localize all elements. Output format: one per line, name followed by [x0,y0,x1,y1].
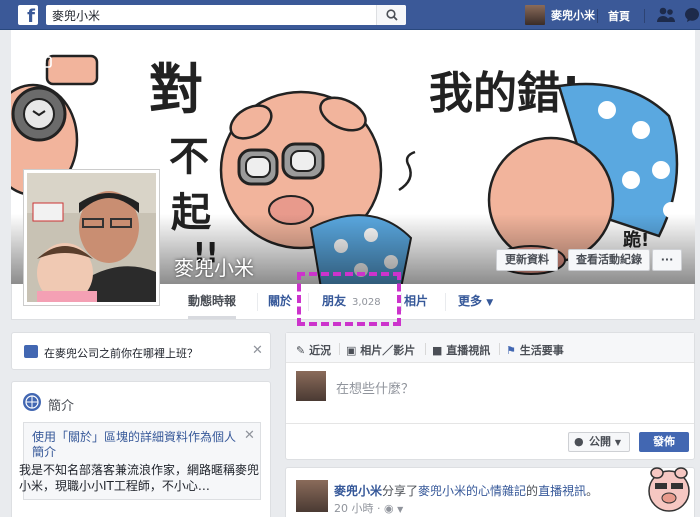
tab-photo-label: 相片／影片 [360,344,416,357]
tab-life-event[interactable]: ⚑ 生活要事 [506,342,564,358]
messages-icon[interactable] [684,7,700,23]
video-camera-icon: ■ [432,344,443,357]
tab-status-label: 近況 [309,344,332,357]
search-box [46,5,406,25]
intro-card: 簡介 使用「關於」區塊的詳細資料作為個人簡介 ✕ [11,381,271,517]
avatar[interactable] [296,480,328,512]
tab-photos[interactable]: 相片 [404,284,428,319]
post-button[interactable]: 發佈 [639,432,689,452]
story-live-link[interactable]: 直播視訊 [538,484,586,498]
tab-friends[interactable]: 朋友 3,028 [322,284,381,319]
tab-divider [339,343,340,355]
avatar [296,371,326,401]
story-text: 的 [526,484,539,498]
avatar [525,5,545,25]
feed-story: 麥兜小米分享了麥兜小米的心情雜記的直播視訊。 20 小時 · ◉ ▼ ▼ [285,467,695,517]
svg-text:我的錯!: 我的錯! [429,68,581,119]
tab-divider [401,293,402,311]
post-composer: ✎ 近況 ▣ 相片／影片 ■ 直播視訊 ⚑ 生活要事 在想些什麼？ ● 公開 ▼… [285,332,695,460]
facebook-logo[interactable]: f [18,5,38,25]
composer-tabs: ✎ 近況 ▣ 相片／影片 ■ 直播視訊 ⚑ 生活要事 [286,333,694,363]
tab-event-label: 生活要事 [519,344,564,357]
tab-friends-label: 朋友 [322,294,347,308]
friend-requests-icon[interactable] [656,7,676,23]
story-timestamp[interactable]: 20 小時 · ◉ ▼ [334,500,403,516]
nav-user-name: 麥兜小米 [551,9,595,22]
profile-photo [27,173,156,302]
nav-divider [597,9,598,23]
globe-icon: ◉ [383,502,394,515]
flag-icon: ⚑ [506,344,516,357]
tab-live-video[interactable]: ■ 直播視訊 [432,342,490,358]
view-activity-log-button[interactable]: 查看活動紀錄 [568,249,650,271]
tab-live-label: 直播視訊 [446,344,491,357]
composer-footer: ● 公開 ▼ 發佈 [286,423,694,460]
more-options-button[interactable]: ··· [652,249,682,271]
globe-icon [23,393,41,411]
tab-photo-video[interactable]: ▣ 相片／影片 [346,342,415,358]
update-info-button[interactable]: 更新資料 [496,249,558,271]
search-icon [386,9,398,21]
privacy-label: 公開 [589,435,611,448]
story-time-label: 20 小時 · [334,502,384,515]
search-button[interactable] [376,5,406,25]
intro-suggestion-link[interactable]: 使用「關於」區塊的詳細資料作為個人簡介 [32,430,237,460]
tab-divider [425,343,426,355]
tab-more-label: 更多 [458,294,483,308]
story-author-link[interactable]: 麥兜小米 [334,484,382,498]
nav-profile-link[interactable]: 麥兜小米 [525,5,595,25]
tab-about[interactable]: 關於 [268,284,292,319]
globe-icon: ● [574,435,584,448]
tab-timeline[interactable]: 動態時報 [188,284,237,319]
chevron-down-icon: ▼ [614,438,621,447]
tab-divider [499,343,500,355]
intro-title: 簡介 [48,399,75,414]
friends-count: 3,028 [352,297,381,308]
camera-icon[interactable] [32,54,52,68]
story-text: 分享了 [382,484,419,498]
svg-text:不: 不 [169,134,209,180]
tab-divider [257,293,258,311]
profile-picture[interactable] [23,169,160,306]
work-prompt-link[interactable]: 在麥兜公司之前你在哪裡上班？ [44,345,198,361]
tab-status[interactable]: ✎ 近況 [296,342,331,358]
nav-home-link[interactable]: 首頁 [608,8,630,24]
story-page-link[interactable]: 麥兜小米的心情雜記 [418,484,526,498]
briefcase-icon [24,345,38,358]
tab-more[interactable]: 更多 ▼ [458,284,493,319]
profile-name[interactable]: 麥兜小米 [174,252,254,281]
watermark-logo [648,467,690,512]
composer-input[interactable]: 在想些什麼？ [336,378,414,397]
top-navigation-bar: f 麥兜小米 首頁 [0,0,700,30]
chevron-down-icon: ▼ [397,505,404,514]
work-prompt-card: 在麥兜公司之前你在哪裡上班？ ✕ [11,332,271,370]
photo-icon: ▣ [346,344,357,357]
tab-divider [308,293,309,311]
story-headline: 麥兜小米分享了麥兜小米的心情雜記的直播視訊。 [334,482,598,499]
close-icon[interactable]: ✕ [252,343,263,358]
chevron-down-icon: ▼ [486,298,494,308]
search-input[interactable] [46,5,374,25]
story-text: 。 [586,484,599,498]
close-icon[interactable]: ✕ [244,428,255,443]
tab-divider [445,293,446,311]
nav-divider [644,9,645,23]
privacy-selector[interactable]: ● 公開 ▼ [568,432,630,452]
cover-art-text: 對 [149,58,203,121]
pencil-icon: ✎ [296,344,306,357]
intro-bio-text: 我是不知名部落客兼流浪作家，網路暱稱麥兜小米，現職小小IT工程師，不小心… [19,463,260,493]
